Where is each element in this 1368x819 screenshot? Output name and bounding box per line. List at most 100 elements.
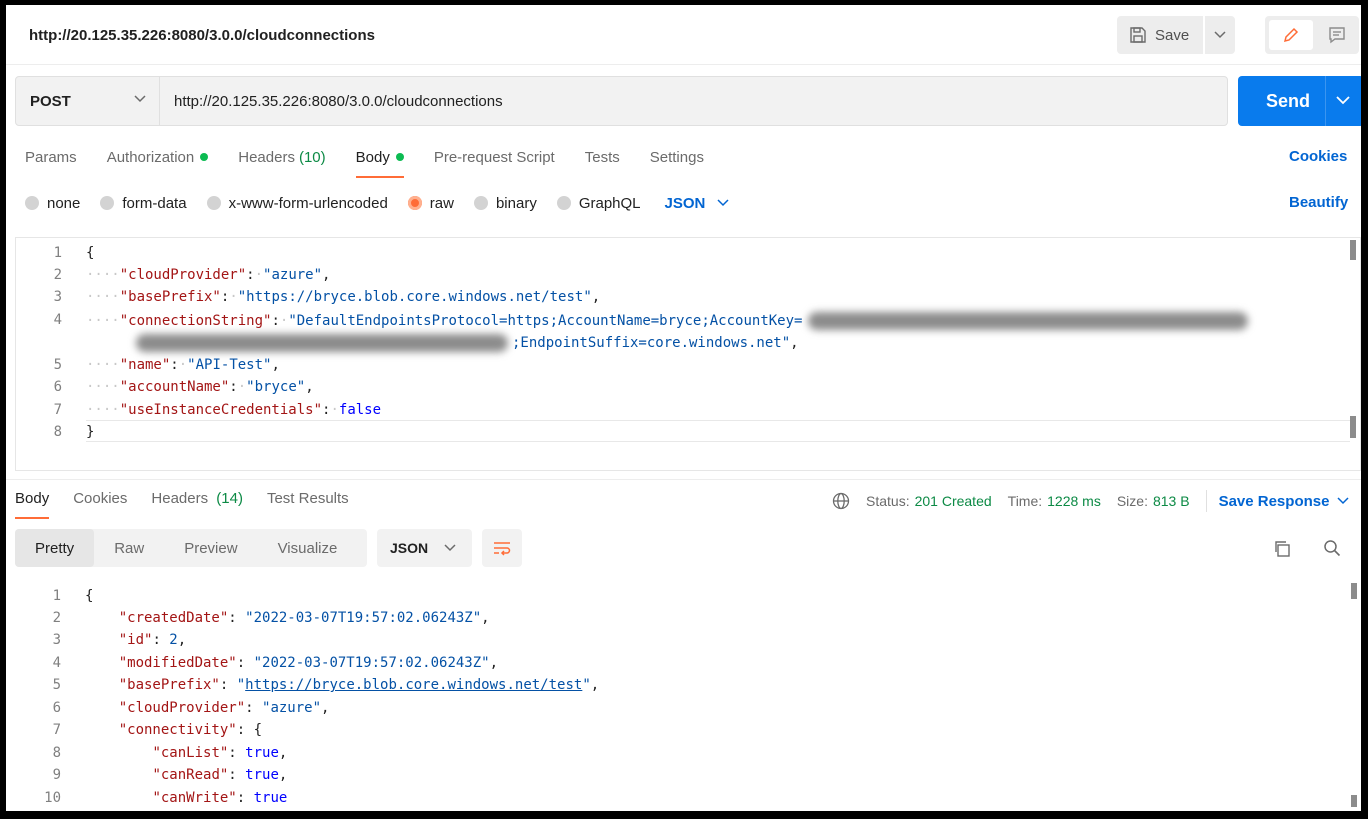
tab-label: Tests bbox=[584, 148, 620, 166]
body-type-radios: none form-data x-www-form-urlencoded raw… bbox=[25, 193, 729, 213]
radio-binary[interactable]: binary bbox=[473, 195, 537, 212]
edit-mode-button[interactable] bbox=[1269, 20, 1313, 50]
radio-label: raw bbox=[429, 194, 454, 212]
copy-icon[interactable] bbox=[1273, 540, 1291, 558]
request-title[interactable]: http://20.125.35.226:8080/3.0.0/cloudcon… bbox=[29, 27, 375, 44]
code-line: 6 ····"accountName":·"bryce", bbox=[16, 376, 1360, 398]
response-body-viewer[interactable]: 1 { 2 "createdDate": "2022-03-07T19:57:0… bbox=[15, 581, 1361, 811]
code-line: 3 ····"basePrefix":·"https://bryce.blob.… bbox=[16, 286, 1360, 308]
view-tab-visualize[interactable]: Visualize bbox=[258, 529, 358, 567]
save-label: Save bbox=[1155, 26, 1190, 44]
tab-authorization[interactable]: Authorization bbox=[107, 147, 209, 167]
comments-button[interactable] bbox=[1317, 20, 1357, 50]
send-button[interactable]: Send bbox=[1238, 76, 1361, 126]
code-token: { bbox=[253, 722, 263, 738]
scrollbar-thumb[interactable] bbox=[1351, 583, 1357, 599]
tab-label: Headers bbox=[238, 148, 295, 166]
tab-params[interactable]: Params bbox=[25, 147, 77, 167]
globe-icon[interactable] bbox=[832, 492, 850, 510]
scrollbar-thumb[interactable] bbox=[1350, 240, 1356, 260]
separator bbox=[1205, 490, 1207, 512]
line-number: 3 bbox=[52, 632, 61, 648]
tab-headers[interactable]: Headers (10) bbox=[238, 147, 325, 167]
response-format-select[interactable]: JSON bbox=[377, 529, 472, 567]
code-line: 1 { bbox=[15, 585, 1361, 607]
chevron-down-icon bbox=[717, 199, 729, 207]
tab-pre-request-script[interactable]: Pre-request Script bbox=[434, 147, 555, 167]
radio-raw[interactable]: raw bbox=[407, 194, 454, 212]
method-select[interactable]: POST bbox=[16, 77, 160, 125]
body-format-select[interactable]: JSON bbox=[665, 195, 730, 212]
radio-circle bbox=[206, 196, 221, 210]
cookies-link[interactable]: Cookies bbox=[1289, 148, 1347, 165]
json-key: "canList" bbox=[152, 745, 229, 761]
line-number: 8 bbox=[52, 745, 61, 761]
line-number: 1 bbox=[53, 245, 62, 261]
radio-label: x-www-form-urlencoded bbox=[228, 194, 388, 212]
request-body-editor[interactable]: 1 { 2 ····"cloudProvider":·"azure", 3 ··… bbox=[15, 237, 1361, 471]
tab-body[interactable]: Body bbox=[355, 147, 405, 178]
response-view-tabs: Pretty Raw Preview Visualize bbox=[15, 529, 367, 567]
body-format-label: JSON bbox=[664, 194, 706, 212]
status-dot bbox=[200, 153, 209, 161]
tab-settings[interactable]: Settings bbox=[650, 147, 704, 167]
pencil-icon bbox=[1283, 27, 1299, 43]
json-key: "canWrite" bbox=[152, 790, 237, 806]
response-tabs: Body Cookies Headers (14) Test Results bbox=[15, 490, 373, 519]
res-tab-cookies[interactable]: Cookies bbox=[73, 490, 127, 510]
radio-graphql[interactable]: GraphQL bbox=[556, 195, 641, 212]
line-number: 8 bbox=[53, 424, 62, 440]
json-key: "cloudProvider" bbox=[118, 700, 246, 716]
status-code[interactable]: 201 Created bbox=[915, 493, 992, 509]
radio-circle-selected bbox=[407, 196, 422, 210]
res-tab-body[interactable]: Body bbox=[15, 490, 50, 519]
save-button[interactable]: Save bbox=[1117, 16, 1203, 54]
radio-form-data[interactable]: form-data bbox=[100, 195, 187, 212]
tab-label: Test Results bbox=[266, 490, 349, 507]
res-tab-headers[interactable]: Headers (14) bbox=[151, 490, 243, 510]
wrap-lines-icon bbox=[494, 542, 511, 556]
response-format-label: JSON bbox=[390, 540, 429, 556]
code-line: 8 "canList": true, bbox=[15, 742, 1361, 764]
code-line: 2 "createdDate": "2022-03-07T19:57:02.06… bbox=[15, 607, 1361, 629]
line-number: 4 bbox=[52, 655, 61, 671]
tab-count: (14) bbox=[216, 490, 243, 507]
json-value: "2022-03-07T19:57:02.06243Z" bbox=[245, 610, 482, 626]
section-divider bbox=[6, 479, 1361, 480]
code-token: { bbox=[86, 245, 95, 261]
size-label: Size: bbox=[1116, 493, 1148, 509]
response-time[interactable]: 1228 ms bbox=[1047, 493, 1101, 509]
chevron-down-icon[interactable] bbox=[1336, 96, 1350, 105]
view-tab-preview[interactable]: Preview bbox=[164, 529, 257, 567]
url-input[interactable]: http://20.125.35.226:8080/3.0.0/cloudcon… bbox=[174, 93, 503, 110]
line-number: 6 bbox=[52, 700, 61, 716]
radio-x-www-form-urlencoded[interactable]: x-www-form-urlencoded bbox=[206, 194, 388, 212]
beautify-link[interactable]: Beautify bbox=[1289, 194, 1348, 211]
tab-tests[interactable]: Tests bbox=[585, 147, 620, 167]
time-label: Time: bbox=[1007, 493, 1043, 509]
scrollbar-thumb[interactable] bbox=[1351, 795, 1357, 807]
send-divider bbox=[1325, 76, 1326, 126]
tab-count: (10) bbox=[298, 148, 326, 166]
wrap-lines-button[interactable] bbox=[482, 529, 522, 567]
view-tab-pretty[interactable]: Pretty bbox=[15, 529, 95, 567]
view-tab-raw[interactable]: Raw bbox=[94, 529, 164, 567]
floppy-icon bbox=[1130, 27, 1146, 43]
res-tab-test-results[interactable]: Test Results bbox=[267, 490, 349, 510]
search-icon[interactable] bbox=[1323, 539, 1341, 557]
json-key: "useInstanceCredentials" bbox=[119, 402, 323, 418]
save-options-button[interactable] bbox=[1205, 16, 1235, 54]
save-response-button[interactable]: Save Response bbox=[1219, 493, 1350, 510]
json-value: "https://bryce.blob.core.windows.net/tes… bbox=[237, 289, 592, 305]
response-size[interactable]: 813 B bbox=[1153, 493, 1190, 509]
json-key: "id" bbox=[118, 632, 153, 648]
json-link[interactable]: https://bryce.blob.core.windows.net/test bbox=[245, 677, 582, 693]
comment-icon bbox=[1329, 27, 1345, 44]
line-number: 3 bbox=[53, 289, 62, 305]
code-line-wrapped: ;EndpointSuffix=core.windows.net", bbox=[16, 331, 1360, 353]
scrollbar-thumb[interactable] bbox=[1350, 416, 1356, 438]
radio-none[interactable]: none bbox=[25, 195, 80, 212]
json-value: "DefaultEndpointsProtocol=https;AccountN… bbox=[288, 313, 803, 329]
json-key: "accountName" bbox=[119, 379, 230, 395]
code-line: 8 } bbox=[16, 421, 1360, 443]
